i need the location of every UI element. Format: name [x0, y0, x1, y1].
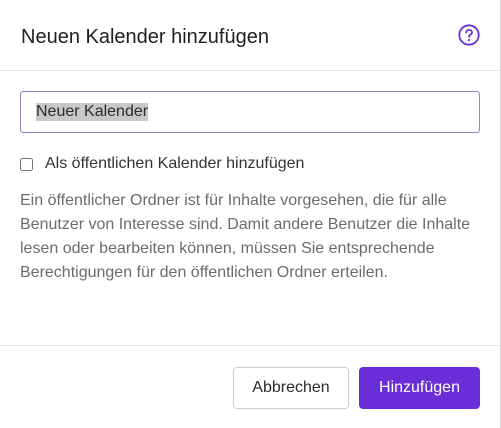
- add-calendar-dialog: Neuen Kalender hinzufügen Als öffentlich…: [0, 0, 501, 428]
- help-icon[interactable]: [458, 24, 480, 46]
- dialog-header: Neuen Kalender hinzufügen: [0, 0, 500, 71]
- public-calendar-label: Als öffentlichen Kalender hinzufügen: [45, 155, 305, 172]
- public-folder-description: Ein öffentlicher Ordner ist für Inhalte …: [20, 192, 471, 281]
- dialog-title: Neuen Kalender hinzufügen: [21, 26, 269, 48]
- calendar-name-input[interactable]: [20, 91, 480, 133]
- public-calendar-option[interactable]: Als öffentlichen Kalender hinzufügen: [20, 155, 304, 173]
- add-button[interactable]: Hinzufügen: [359, 367, 480, 409]
- cancel-button[interactable]: Abbrechen: [233, 367, 349, 409]
- dialog-body: Als öffentlichen Kalender hinzufügen Ein…: [0, 71, 500, 346]
- public-calendar-checkbox[interactable]: [20, 157, 33, 171]
- dialog-footer: Abbrechen Hinzufügen: [0, 346, 500, 428]
